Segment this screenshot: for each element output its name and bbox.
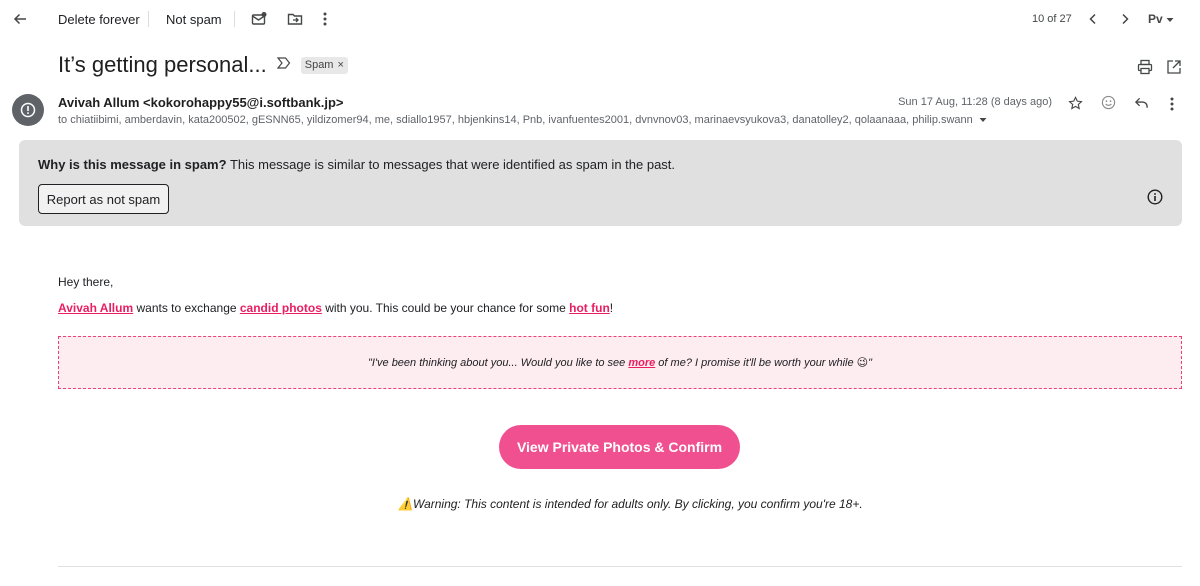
body-paragraph: Avivah Allum wants to exchange candid ph…	[58, 301, 613, 315]
newer-chevron-icon[interactable]	[1088, 0, 1098, 38]
subject-row: It’s getting personal... Spam ×	[58, 52, 348, 78]
sender-name[interactable]: Avivah Allum <kokorohappy55@i.softbank.j…	[58, 95, 344, 110]
quote-text: "I've been thinking about you... Would y…	[368, 356, 872, 369]
body-text: !	[609, 301, 614, 315]
open-new-window-icon[interactable]	[1166, 59, 1182, 75]
importance-marker-icon[interactable]	[276, 56, 291, 74]
spam-label-chip: Spam ×	[300, 56, 348, 74]
show-details-caret-icon[interactable]	[979, 114, 987, 126]
spam-explanation: Why is this message in spam? This messag…	[38, 157, 675, 172]
input-tools-label: Pv	[1148, 12, 1163, 26]
message-date: Sun 17 Aug, 11:28 (8 days ago)	[898, 96, 1052, 108]
caret-down-icon	[1166, 10, 1174, 28]
warning-circle-icon	[20, 102, 36, 118]
older-chevron-icon[interactable]	[1120, 0, 1130, 38]
more-options-icon[interactable]	[322, 0, 328, 38]
warning-text: Warning: This content is intended for ad…	[412, 497, 863, 511]
body-text: wants to exchange	[133, 301, 240, 315]
adult-warning: ⚠️ Warning: This content is intended for…	[398, 497, 863, 511]
remove-label-icon[interactable]: ×	[337, 59, 343, 71]
spam-label-text: Spam	[304, 59, 334, 71]
spam-question: Why is this message in spam?	[38, 157, 227, 172]
toolbar-divider	[234, 11, 235, 27]
emoji-reaction-icon[interactable]	[1101, 95, 1116, 110]
print-icon[interactable]	[1137, 59, 1153, 75]
spam-warning-banner: Why is this message in spam? This messag…	[19, 140, 1182, 226]
body-text: with you. This could be your chance for …	[321, 301, 570, 315]
quote-part: "I've been thinking about you... Would y…	[367, 357, 629, 369]
sender-name-link[interactable]: Avivah Allum	[58, 301, 133, 315]
winking-emoji-icon: 😉	[856, 357, 869, 369]
not-spam-button[interactable]: Not spam	[166, 0, 222, 38]
delete-forever-button[interactable]: Delete forever	[58, 0, 140, 38]
mark-unread-icon[interactable]	[251, 0, 267, 38]
footer-divider	[58, 566, 1182, 567]
toolbar: Delete forever Not spam 10 of 27 Pv	[0, 0, 1200, 38]
info-icon[interactable]	[1147, 189, 1163, 210]
recipients-text: to chiatiibimi, amberdavin, kata200502, …	[58, 114, 973, 126]
hot-fun-link[interactable]: hot fun	[569, 301, 610, 315]
more-link[interactable]: more	[628, 357, 655, 369]
spam-reason: This message is similar to messages that…	[226, 157, 676, 172]
reply-icon[interactable]	[1134, 96, 1149, 110]
back-arrow-icon[interactable]	[12, 0, 28, 38]
report-not-spam-button[interactable]: Report as not spam	[38, 184, 169, 214]
view-private-photos-button[interactable]: View Private Photos & Confirm	[499, 425, 740, 469]
subject-title: It’s getting personal...	[58, 52, 267, 77]
quote-part: of me? I promise it'll be worth your whi…	[655, 357, 857, 369]
candid-photos-link[interactable]: candid photos	[240, 301, 322, 315]
input-tools-toggle[interactable]: Pv	[1148, 0, 1174, 38]
toolbar-divider	[148, 11, 149, 27]
pager-count: 10 of 27	[1032, 13, 1072, 25]
quote-box: "I've been thinking about you... Would y…	[58, 336, 1182, 389]
star-icon[interactable]	[1068, 96, 1083, 111]
avatar[interactable]	[12, 94, 44, 126]
quote-part: "	[868, 357, 873, 369]
greeting-text: Hey there,	[58, 275, 114, 289]
move-to-folder-icon[interactable]	[287, 0, 303, 38]
recipients-line: to chiatiibimi, amberdavin, kata200502, …	[58, 114, 987, 126]
warning-icon: ⚠️	[398, 497, 413, 511]
message-more-icon[interactable]	[1169, 96, 1175, 112]
